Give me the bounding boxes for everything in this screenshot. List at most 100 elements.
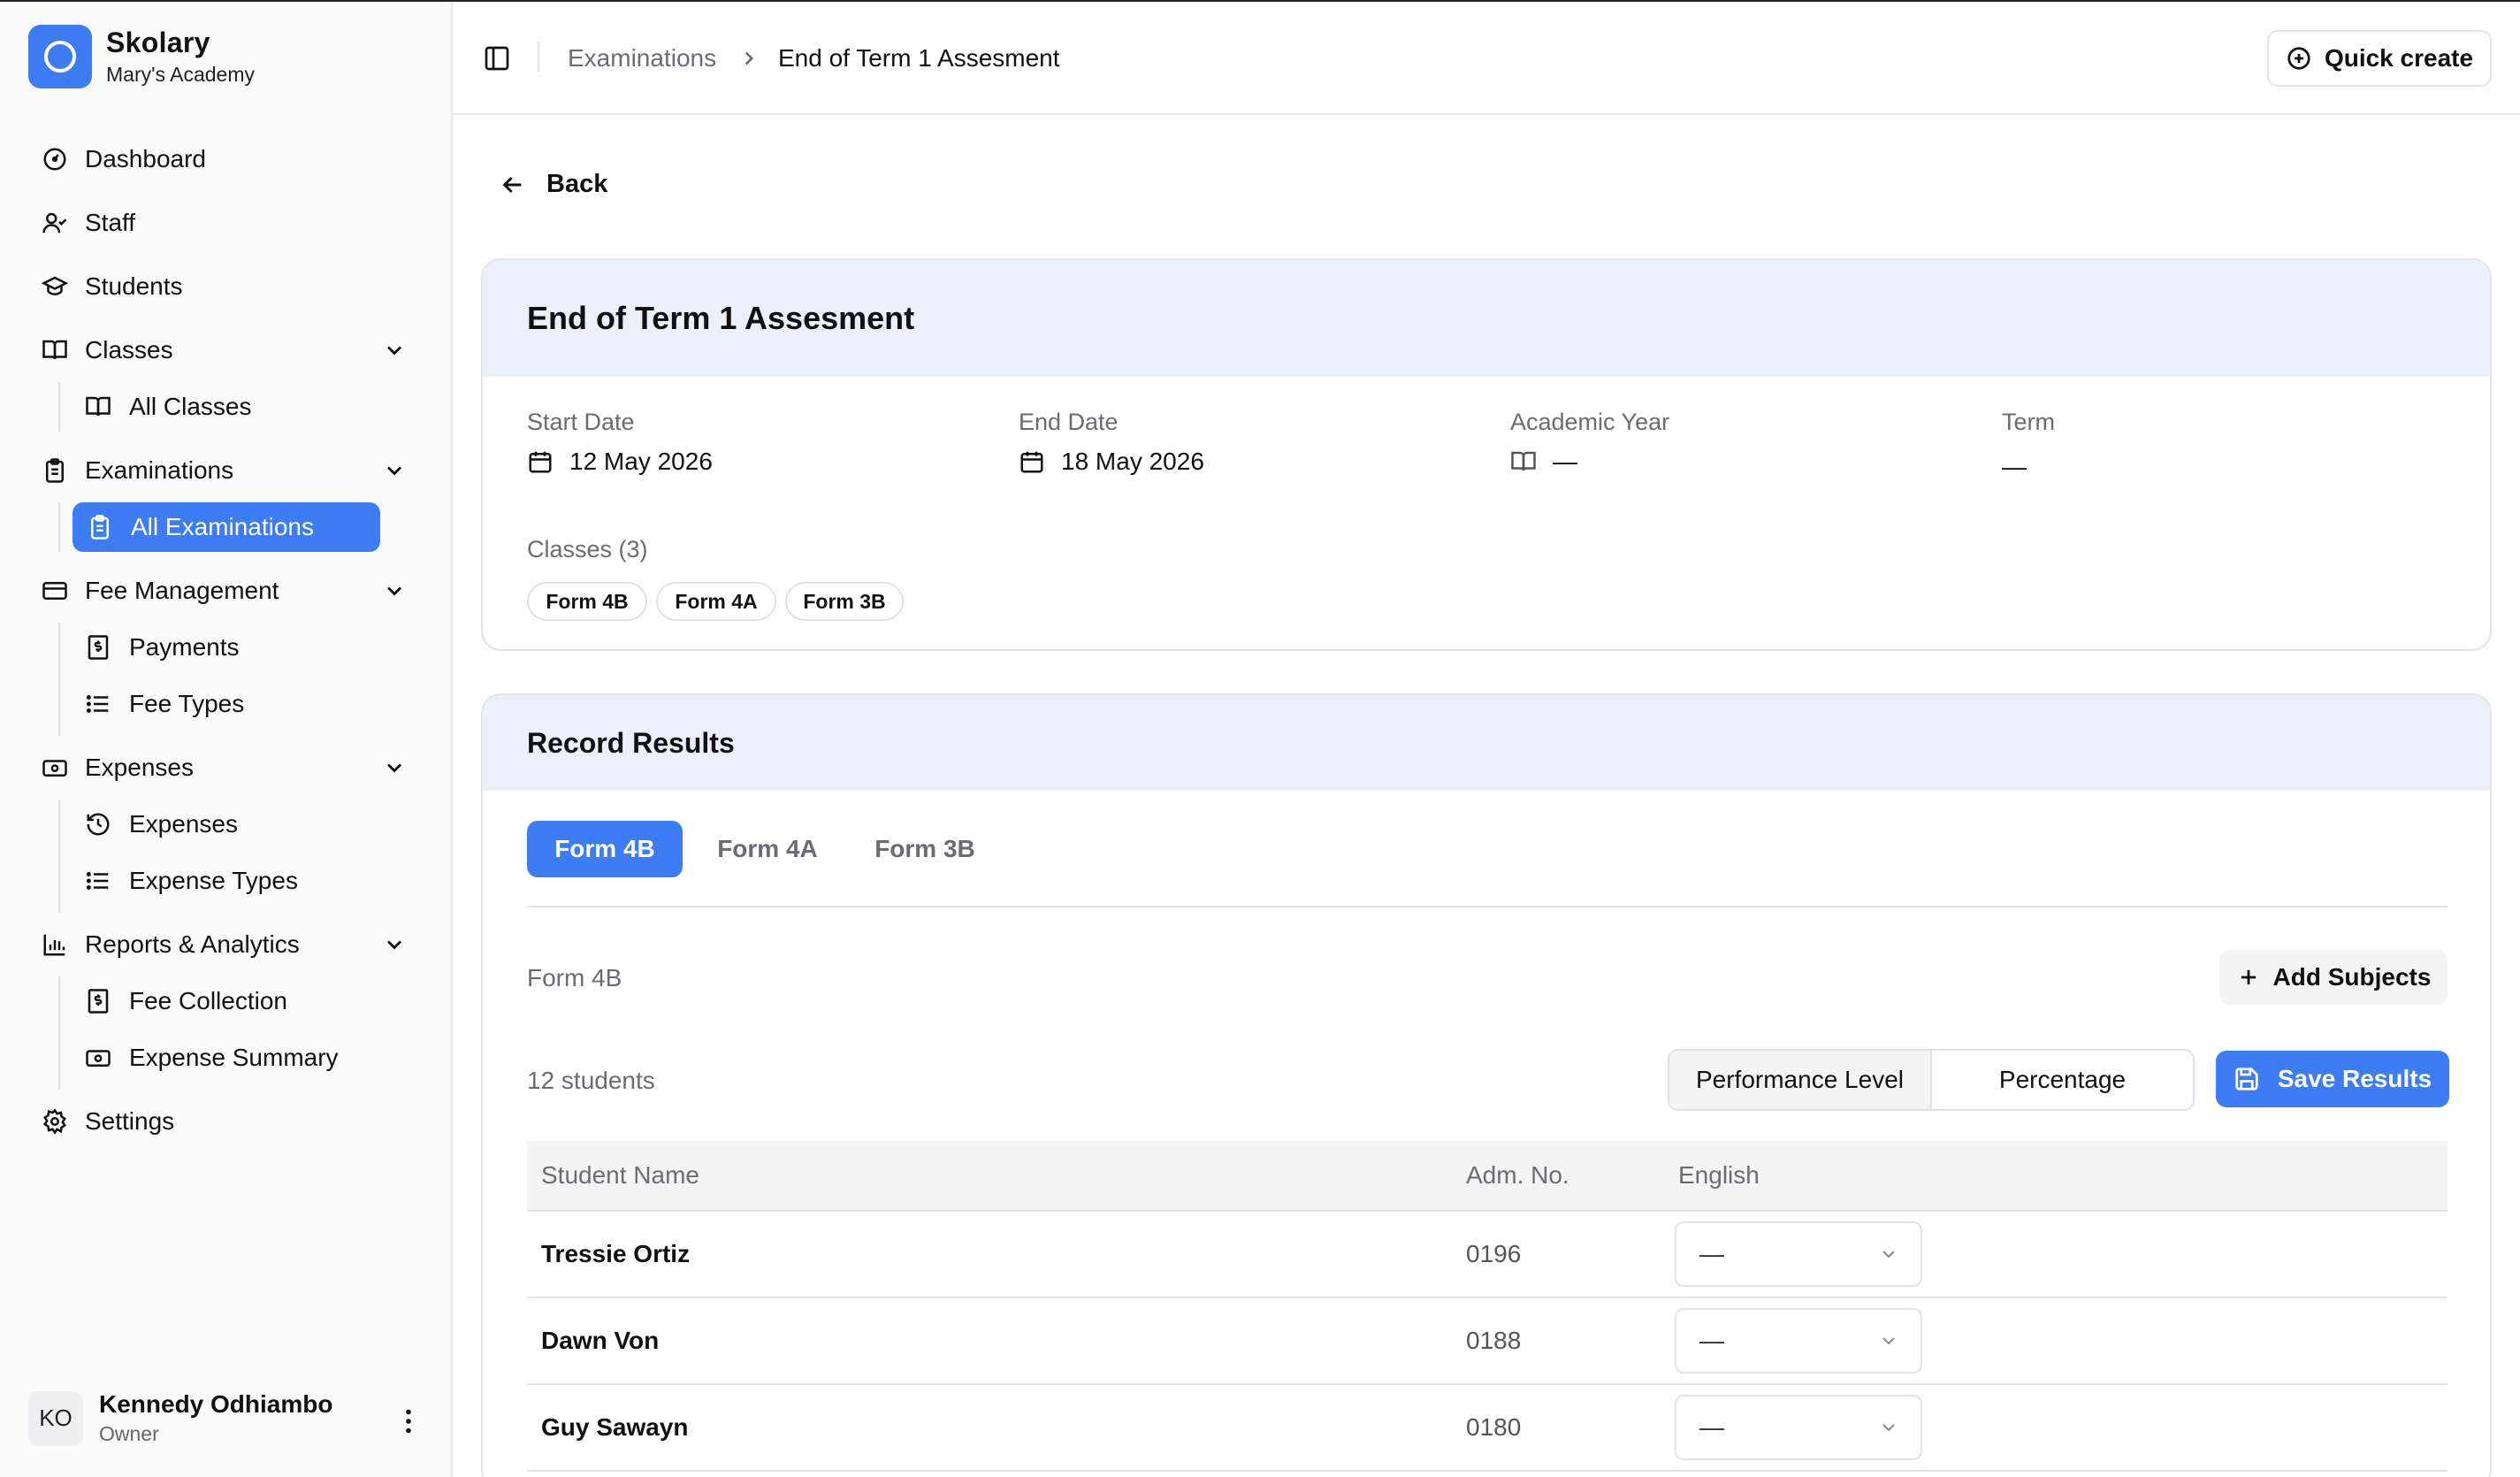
book-open-icon bbox=[41, 336, 69, 364]
adm-no: 0180 bbox=[1466, 1413, 1522, 1441]
nav-students[interactable]: Students bbox=[41, 262, 183, 311]
book-open-icon bbox=[1511, 451, 1536, 471]
list-icon bbox=[85, 868, 111, 894]
student-count: 12 students bbox=[527, 1067, 655, 1094]
nav-fee-collection-label: Fee Collection bbox=[129, 987, 287, 1014]
col-english: English bbox=[1678, 1161, 1760, 1189]
english-grade-select[interactable]: — bbox=[1675, 1221, 1922, 1287]
nav-examinations[interactable]: Examinations bbox=[41, 446, 233, 495]
english-grade-value: — bbox=[1699, 1327, 1724, 1354]
back-button[interactable]: Back bbox=[499, 170, 607, 199]
nav-dashboard[interactable]: Dashboard bbox=[41, 134, 206, 184]
nav-expense-summary-label: Expense Summary bbox=[129, 1044, 339, 1071]
more-vertical-icon[interactable] bbox=[396, 1406, 421, 1436]
history-icon bbox=[85, 811, 111, 838]
user-name: Kennedy Odhiambo bbox=[99, 1390, 333, 1418]
student-name: Guy Sawayn bbox=[541, 1413, 689, 1441]
nav-expense-summary[interactable]: Expense Summary bbox=[85, 1033, 339, 1083]
class-chip: Form 4A bbox=[656, 582, 776, 621]
nav-fee-collection[interactable]: Fee Collection bbox=[85, 976, 287, 1026]
save-results-button[interactable]: Save Results bbox=[2216, 1051, 2449, 1107]
nav-staff[interactable]: Staff bbox=[41, 198, 135, 248]
quick-create-label: Quick create bbox=[2324, 44, 2474, 72]
submenu-line bbox=[58, 976, 60, 1090]
table-header: Student Name Adm. No. English bbox=[527, 1141, 2447, 1212]
chevron-down-icon[interactable] bbox=[382, 932, 407, 957]
nav-settings[interactable]: Settings bbox=[41, 1097, 174, 1146]
arrow-left-icon bbox=[502, 176, 522, 193]
plus-circle-icon bbox=[2287, 47, 2310, 70]
quick-create-button[interactable]: Quick create bbox=[2267, 30, 2492, 87]
class-chip: Form 3B bbox=[785, 582, 904, 621]
mode-percentage[interactable]: Percentage bbox=[1932, 1051, 2193, 1109]
academic-year-value: — bbox=[1510, 448, 1577, 476]
nav-expenses-sub[interactable]: Expenses bbox=[85, 800, 238, 849]
nav-fee-management[interactable]: Fee Management bbox=[41, 566, 279, 616]
plus-icon bbox=[2241, 969, 2256, 985]
brand-logo-icon bbox=[28, 25, 92, 88]
book-open-icon bbox=[85, 394, 111, 420]
nav-fee-management-label: Fee Management bbox=[85, 577, 279, 604]
nav-reports[interactable]: Reports & Analytics bbox=[41, 920, 300, 969]
chevron-down-icon bbox=[1882, 1424, 1895, 1432]
end-date-value: 18 May 2026 bbox=[1019, 448, 1204, 476]
col-student-name: Student Name bbox=[541, 1161, 699, 1189]
calendar-icon bbox=[529, 451, 552, 473]
chevron-down-icon[interactable] bbox=[382, 578, 407, 603]
chevron-down-icon[interactable] bbox=[382, 338, 407, 363]
wallet-icon bbox=[85, 1045, 111, 1071]
chevron-right-icon bbox=[745, 51, 754, 65]
receipt-icon bbox=[85, 634, 111, 661]
user-profile[interactable]: KO Kennedy Odhiambo Owner bbox=[28, 1390, 332, 1446]
chevron-down-icon bbox=[1882, 1251, 1895, 1259]
end-date-text: 18 May 2026 bbox=[1061, 448, 1204, 475]
end-date-label: End Date bbox=[1019, 409, 1119, 435]
start-date-label: Start Date bbox=[527, 409, 635, 435]
tab-form-3b[interactable]: Form 3B bbox=[854, 821, 996, 877]
chevron-down-icon[interactable] bbox=[382, 458, 407, 483]
list-icon bbox=[85, 691, 111, 717]
breadcrumb-current: End of Term 1 Assesment bbox=[778, 44, 1060, 72]
nav-all-classes[interactable]: All Classes bbox=[85, 382, 251, 432]
nav-expenses[interactable]: Expenses bbox=[41, 743, 194, 792]
nav-fee-types[interactable]: Fee Types bbox=[85, 679, 244, 729]
academic-year-label: Academic Year bbox=[1510, 409, 1670, 435]
add-subjects-button[interactable]: Add Subjects bbox=[2219, 950, 2447, 1005]
submenu-line bbox=[58, 382, 60, 432]
nav-classes[interactable]: Classes bbox=[41, 325, 173, 375]
chevron-down-icon[interactable] bbox=[382, 755, 407, 780]
english-grade-select[interactable]: — bbox=[1675, 1308, 1922, 1374]
header-divider bbox=[538, 41, 539, 73]
record-results-card: Record Results Form 4B Form 4A Form 3B F… bbox=[481, 693, 2492, 1477]
avatar: KO bbox=[28, 1390, 83, 1446]
nav-expenses-label: Expenses bbox=[85, 754, 194, 781]
brand[interactable]: Skolary Mary's Academy bbox=[28, 25, 255, 88]
top-header: Examinations End of Term 1 Assesment Qui… bbox=[453, 2, 2520, 115]
breadcrumb-examinations[interactable]: Examinations bbox=[568, 44, 716, 73]
mode-performance-level[interactable]: Performance Level bbox=[1669, 1051, 1932, 1109]
nav-expenses-sub-label: Expenses bbox=[129, 810, 238, 838]
classes-label: Classes (3) bbox=[527, 536, 648, 562]
save-icon bbox=[2235, 1068, 2258, 1091]
nav-payments[interactable]: Payments bbox=[85, 623, 240, 672]
results-table: Student Name Adm. No. English Tressie Or… bbox=[527, 1141, 2447, 1472]
bar-chart-icon bbox=[41, 930, 69, 959]
academic-year-text: — bbox=[1553, 448, 1577, 475]
tab-form-4a[interactable]: Form 4A bbox=[697, 821, 838, 877]
nav-fee-types-label: Fee Types bbox=[129, 690, 245, 717]
tab-form-4b[interactable]: Form 4B bbox=[527, 821, 683, 877]
nav-dashboard-label: Dashboard bbox=[85, 145, 206, 172]
wallet-icon bbox=[41, 754, 69, 782]
sidebar-toggle-icon[interactable] bbox=[483, 44, 511, 73]
nav-classes-label: Classes bbox=[85, 336, 173, 364]
nav-all-examinations[interactable]: All Examinations bbox=[73, 502, 380, 552]
chevron-down-icon bbox=[1882, 1337, 1895, 1345]
table-row: Tressie Ortiz 0196 — bbox=[527, 1212, 2447, 1298]
nav-settings-label: Settings bbox=[85, 1107, 175, 1135]
nav-expense-types[interactable]: Expense Types bbox=[85, 856, 298, 906]
table-row: Guy Sawayn 0180 — bbox=[527, 1385, 2447, 1472]
credit-card-icon bbox=[41, 577, 69, 605]
exam-details-card: End of Term 1 Assesment Start Date 12 Ma… bbox=[481, 258, 2492, 651]
grading-mode-toggle: Performance Level Percentage bbox=[1668, 1049, 2195, 1111]
english-grade-select[interactable]: — bbox=[1675, 1395, 1922, 1460]
